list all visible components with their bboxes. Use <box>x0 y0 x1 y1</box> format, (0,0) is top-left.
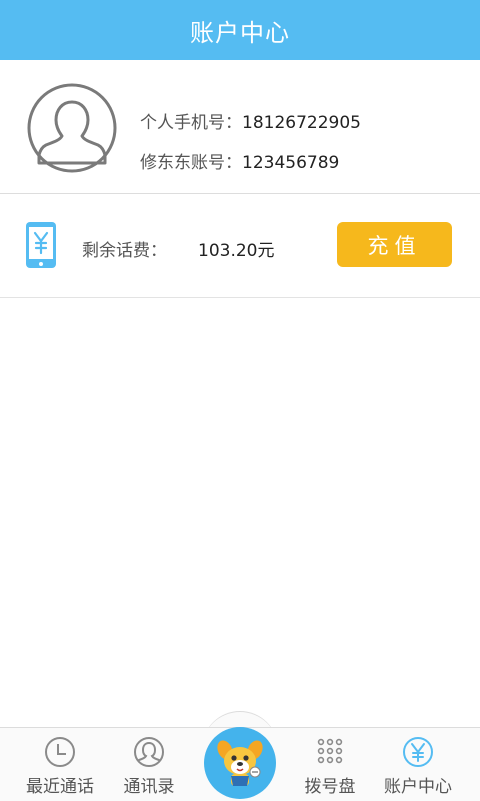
tab-label-recent-calls: 最近通话 <box>26 777 94 797</box>
profile-section: 个人手机号：18126722905 修东东账号：123456789 <box>0 60 480 194</box>
balance-value: 103.20元 <box>198 241 275 261</box>
page-header: 账户中心 <box>0 0 480 60</box>
tab-label-account-center: 账户中心 <box>384 777 452 797</box>
tab-account-center[interactable]: 账户中心 <box>370 728 466 801</box>
dialpad-icon <box>317 738 343 764</box>
phone-value: 18126722905 <box>242 113 361 133</box>
account-value: 123456789 <box>242 153 340 173</box>
phone-label: 个人手机号： <box>140 113 242 133</box>
tab-recent-calls[interactable]: 最近通话 <box>12 728 108 801</box>
contact-icon <box>134 737 164 767</box>
tab-dialpad[interactable]: 拨号盘 <box>282 728 378 801</box>
yen-circle-icon <box>403 737 433 767</box>
phone-yen-icon <box>26 222 56 268</box>
tab-label-dialpad: 拨号盘 <box>304 777 356 797</box>
page-title: 账户中心 <box>190 18 290 47</box>
tab-label-contacts: 通讯录 <box>123 777 175 797</box>
avatar-icon <box>27 83 117 173</box>
balance-label: 剩余话费： <box>82 241 167 261</box>
phone-row: 个人手机号：18126722905 <box>140 108 361 133</box>
account-label: 修东东账号： <box>140 153 242 173</box>
account-row: 修东东账号：123456789 <box>140 148 339 173</box>
recharge-button[interactable]: 充值 <box>337 222 452 267</box>
mascot-dog-icon <box>217 740 263 786</box>
balance-section: 剩余话费： 103.20元 充值 <box>0 194 480 298</box>
center-mascot-button[interactable] <box>204 727 276 799</box>
tab-contacts[interactable]: 通讯录 <box>101 728 197 801</box>
clock-icon <box>45 737 75 767</box>
